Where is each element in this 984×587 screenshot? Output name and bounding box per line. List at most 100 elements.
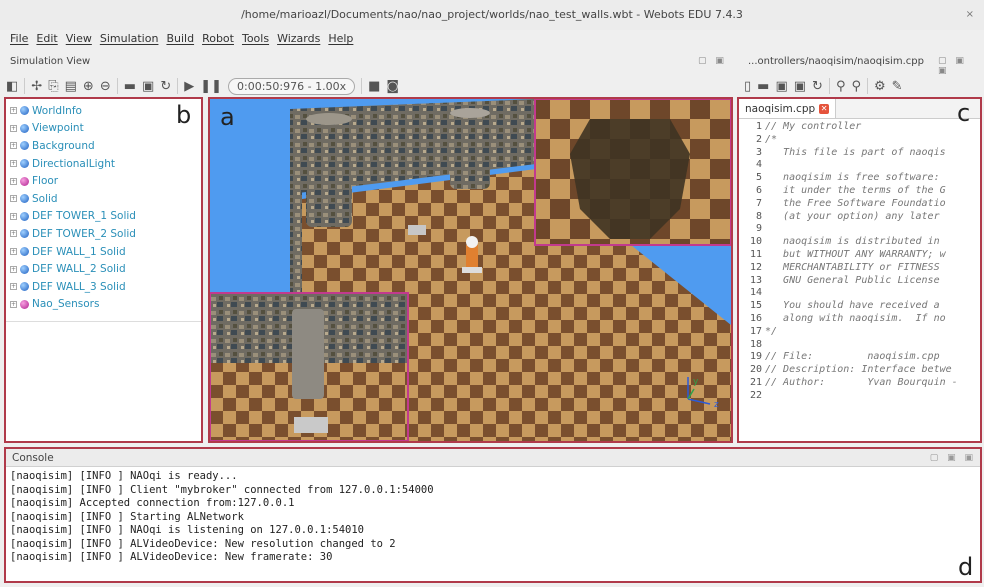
- line-text: naoqisim is distributed in: [765, 236, 946, 248]
- scene-tree-item[interactable]: + DirectionalLight: [10, 155, 201, 173]
- node-icon: [20, 141, 29, 151]
- expand-icon[interactable]: +: [10, 160, 17, 168]
- simulation-toolbar: ◧ ✢ ⎘ ▤ ⊕ ⊖ ▬ ▣ ↻ ▶ ❚❚ 0:00:50:976 - 1.0…: [6, 74, 399, 98]
- menu-edit[interactable]: Edit: [36, 32, 57, 50]
- console-line: [naoqisim] [INFO ] Starting ALNetwork: [10, 510, 244, 523]
- save-icon[interactable]: ▣: [142, 79, 154, 94]
- floor-marker: [408, 225, 426, 235]
- code-line: 22: [739, 390, 980, 403]
- console-title: Console: [12, 452, 54, 464]
- panel-icon[interactable]: ◧: [6, 79, 18, 94]
- node-icon: [20, 123, 29, 133]
- close-icon[interactable]: ×: [966, 0, 974, 30]
- expand-icon[interactable]: +: [10, 248, 17, 256]
- scene-tree-item[interactable]: + Floor: [10, 172, 201, 190]
- expand-icon[interactable]: +: [10, 265, 17, 273]
- code-line: 10 naoqisim is distributed in: [739, 236, 980, 249]
- scene-tree-item[interactable]: + Background: [10, 137, 201, 155]
- menu-tools[interactable]: Tools: [242, 32, 269, 50]
- scene-tree-item[interactable]: + DEF WALL_1 Solid: [10, 243, 201, 261]
- paste-icon[interactable]: ▤: [65, 79, 77, 94]
- expand-icon[interactable]: +: [10, 107, 17, 115]
- menu-help[interactable]: Help: [328, 32, 353, 50]
- new-file-icon[interactable]: ▯: [744, 79, 751, 94]
- editor-tab-label: naoqisim.cpp: [745, 102, 816, 115]
- add-node-icon[interactable]: ✢: [31, 79, 42, 94]
- scene-tree-item-label: WorldInfo: [32, 104, 82, 117]
- toolbar-separator: [24, 78, 26, 94]
- toolbar-separator: [828, 78, 830, 94]
- menu-file[interactable]: File: [10, 32, 28, 50]
- menu-wizards[interactable]: Wizards: [277, 32, 320, 50]
- line-number: 9: [755, 223, 762, 235]
- code-area[interactable]: 1// My controller 2/* 3 This file is part …: [739, 119, 980, 403]
- scene-tree-item-label: DirectionalLight: [32, 157, 115, 170]
- menu-view[interactable]: View: [66, 32, 92, 50]
- scene-tree-resize-handle[interactable]: [6, 321, 201, 327]
- window-title: /home/marioazl/Documents/nao/nao_project…: [241, 8, 743, 21]
- tab-close-icon[interactable]: ✕: [819, 103, 830, 114]
- scene-tree-item[interactable]: + Solid: [10, 190, 201, 208]
- code-line: 19// File: naoqisim.cpp: [739, 351, 980, 364]
- code-line: 8 (at your option) any later: [739, 211, 980, 224]
- build-icon[interactable]: ⚙: [874, 79, 886, 94]
- expand-icon[interactable]: +: [10, 283, 17, 291]
- tower-2: [450, 111, 490, 189]
- console-window-controls[interactable]: ▢ ▣ ▣: [930, 449, 976, 467]
- copy-icon[interactable]: ⎘: [48, 79, 58, 94]
- line-number: 8: [755, 210, 762, 222]
- simulation-view-window-controls[interactable]: ▢ ▣: [698, 56, 727, 66]
- record-icon[interactable]: ■: [368, 79, 380, 94]
- expand-icon[interactable]: +: [10, 177, 17, 185]
- expand-icon[interactable]: +: [10, 124, 17, 132]
- code-line: 14: [739, 287, 980, 300]
- screenshot-icon[interactable]: ◙: [386, 79, 399, 94]
- expand-icon[interactable]: +: [10, 195, 17, 203]
- editor-tab-naoqisim[interactable]: naoqisim.cpp ✕: [739, 99, 837, 118]
- scene-tree-item[interactable]: + DEF WALL_3 Solid: [10, 278, 201, 296]
- editor-window-controls[interactable]: ▢ ▣ ▣: [938, 56, 984, 76]
- clean-icon[interactable]: ✎: [892, 79, 903, 94]
- scene-tree-item[interactable]: + DEF WALL_2 Solid: [10, 260, 201, 278]
- top-camera-inset: [534, 99, 731, 246]
- menu-robot[interactable]: Robot: [202, 32, 234, 50]
- save-icon[interactable]: ▣: [775, 79, 787, 94]
- menu-build[interactable]: Build: [166, 32, 194, 50]
- open-folder-icon[interactable]: ▬: [124, 79, 136, 94]
- node-icon: [20, 159, 29, 169]
- add-icon[interactable]: ⊕: [83, 79, 94, 94]
- revert-icon[interactable]: ↻: [812, 79, 823, 94]
- scene-tree-item[interactable]: + DEF TOWER_1 Solid: [10, 208, 201, 226]
- scene-tree-item[interactable]: + Nao_Sensors: [10, 296, 201, 314]
- 3d-viewport[interactable]: y z a: [208, 97, 733, 443]
- menu-simulation[interactable]: Simulation: [100, 32, 159, 50]
- node-icon: [20, 106, 29, 116]
- line-number: 3: [755, 146, 762, 158]
- open-icon[interactable]: ▬: [757, 79, 769, 94]
- scene-tree-item-label: Background: [32, 139, 95, 152]
- node-icon: [20, 299, 29, 309]
- axis-y-label: y: [693, 377, 699, 387]
- expand-icon[interactable]: +: [10, 142, 17, 150]
- scene-tree-item[interactable]: + WorldInfo: [10, 102, 201, 120]
- reload-icon[interactable]: ↻: [160, 79, 171, 94]
- pause-icon[interactable]: ❚❚: [200, 79, 222, 94]
- replace-icon[interactable]: ⚲: [851, 79, 861, 94]
- remove-icon[interactable]: ⊖: [100, 79, 111, 94]
- code-line: 7 the Free Software Foundatio: [739, 198, 980, 211]
- save-as-icon[interactable]: ▣: [794, 79, 806, 94]
- scene-tree-item[interactable]: + Viewpoint: [10, 120, 201, 138]
- expand-icon[interactable]: +: [10, 300, 17, 308]
- expand-icon[interactable]: +: [10, 230, 17, 238]
- scene-tree-item-label: Floor: [32, 175, 59, 188]
- scene-tree-item[interactable]: + DEF TOWER_2 Solid: [10, 225, 201, 243]
- line-number: 18: [749, 338, 762, 350]
- editor-tab-bar: naoqisim.cpp ✕: [739, 99, 980, 119]
- console-output[interactable]: [naoqisim] [INFO ] NAOqi is ready... [nao…: [6, 467, 980, 568]
- toolbar-separator: [867, 78, 869, 94]
- node-icon: [20, 176, 29, 186]
- run-icon[interactable]: ▶: [184, 79, 194, 94]
- find-icon[interactable]: ⚲: [836, 79, 846, 94]
- line-text: the Free Software Foundatio: [765, 197, 946, 209]
- expand-icon[interactable]: +: [10, 212, 17, 220]
